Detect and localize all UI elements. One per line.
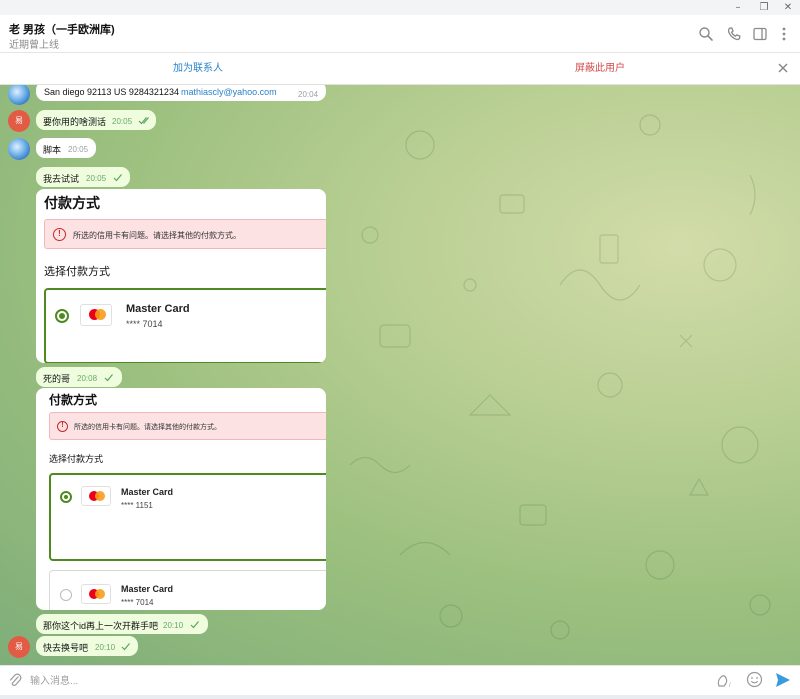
message-text: 要你用的啥测话 <box>43 117 107 127</box>
card-name: Master Card <box>126 303 190 315</box>
check-icon <box>113 174 122 182</box>
add-contact-button[interactable]: 加为联系人 <box>118 53 278 85</box>
payment-card-option[interactable]: Master Card **** 7014 <box>49 570 326 610</box>
sidebar-toggle-icon[interactable] <box>752 26 768 42</box>
error-icon: ! <box>53 228 66 241</box>
mastercard-logo-icon <box>80 304 112 326</box>
card-name: Master Card <box>121 487 174 497</box>
contact-action-bar: 加为联系人 屏蔽此用户 <box>0 53 800 85</box>
message-time: 20:05 <box>86 174 107 183</box>
payment-screenshot-image[interactable]: 付款方式 ! 所选的信用卡有问题。请选择其他的付款方式。 选择付款方式 Mast… <box>36 189 326 363</box>
message-bubble[interactable]: 脚本 20:05 <box>36 138 96 158</box>
message-time: 20:10 <box>163 621 184 630</box>
message-text: 脚本 <box>43 145 62 155</box>
message-time: 20:04 <box>298 90 319 99</box>
message-text: San diego 92113 US 9284321234 <box>44 87 179 97</box>
close-icon[interactable] <box>776 61 790 75</box>
search-icon[interactable] <box>698 26 714 42</box>
message-time: 20:05 <box>112 117 133 126</box>
radio-selected[interactable] <box>55 309 69 323</box>
send-icon[interactable] <box>774 671 792 689</box>
message-text: 我去试试 <box>43 174 80 184</box>
message-time: 20:10 <box>95 643 116 652</box>
mastercard-logo-icon <box>81 584 111 604</box>
alert-text: 所选的信用卡有问题。请选择其他的付款方式。 <box>73 231 241 240</box>
window-titlebar: – ❐ ✕ <box>0 0 800 15</box>
message-text: 快去换号吧 <box>43 643 89 653</box>
my-avatar[interactable]: 易 <box>8 110 30 132</box>
message-bubble[interactable]: 我去试试 20:05 <box>36 167 130 187</box>
bot-command-icon[interactable]: / <box>716 672 738 690</box>
message-bubble[interactable]: San diego 92113 US 9284321234 mathiascly… <box>36 85 326 101</box>
double-check-icon <box>138 117 149 125</box>
check-icon <box>104 374 113 382</box>
bottom-border <box>0 695 800 699</box>
message-bubble[interactable]: 那你这个id再上一次开群手吧 20:10 <box>36 614 208 634</box>
message-composer: / <box>0 665 800 699</box>
window-close-button[interactable]: ✕ <box>780 1 796 14</box>
message-time: 20:08 <box>77 374 98 383</box>
minimize-button[interactable]: – <box>730 1 746 14</box>
select-payment-title: 选择付款方式 <box>44 266 110 278</box>
error-alert: ! 所选的信用卡有问题。请选择其他的付款方式。 <box>44 219 326 249</box>
check-icon <box>190 621 199 629</box>
radio-selected[interactable] <box>60 491 72 503</box>
message-bubble[interactable]: 要你用的啥测话 20:05 <box>36 110 156 130</box>
check-icon <box>121 643 130 651</box>
message-bubble[interactable]: 死的哥 20:08 <box>36 367 122 387</box>
chat-header: 老 男孩（一手欧洲库) 近期曾上线 <box>0 15 800 53</box>
message-input[interactable] <box>30 670 690 692</box>
error-alert: ! 所选的信用卡有问题。请选择其他的付款方式。 <box>49 412 326 440</box>
message-text: 那你这个id再上一次开群手吧 <box>43 621 159 631</box>
chat-messages-area[interactable]: San diego 92113 US 9284321234 mathiascly… <box>0 85 800 665</box>
restore-button[interactable]: ❐ <box>756 1 772 14</box>
block-user-button[interactable]: 屏蔽此用户 <box>520 53 680 85</box>
message-bubble[interactable]: 快去换号吧 20:10 <box>36 636 138 656</box>
mastercard-logo-icon <box>81 486 111 506</box>
payment-title: 付款方式 <box>44 195 100 211</box>
emoji-icon[interactable] <box>746 671 763 688</box>
card-number: **** 7014 <box>121 598 154 607</box>
select-payment-title: 选择付款方式 <box>49 454 104 464</box>
card-number: **** 7014 <box>126 319 163 329</box>
more-vertical-icon[interactable] <box>776 26 792 42</box>
card-name: Master Card <box>121 584 174 594</box>
radio-unselected[interactable] <box>60 589 72 601</box>
payment-screenshot-image[interactable]: 付款方式 ! 所选的信用卡有问题。请选择其他的付款方式。 选择付款方式 Mast… <box>36 388 326 610</box>
message-time: 20:05 <box>68 145 89 154</box>
error-icon: ! <box>57 421 68 432</box>
card-number: **** 1151 <box>121 501 153 510</box>
payment-title: 付款方式 <box>49 393 98 407</box>
payment-card-option[interactable]: Master Card **** 1151 <box>49 473 326 561</box>
alert-text: 所选的信用卡有问题。请选择其他的付款方式。 <box>74 424 221 431</box>
phone-icon[interactable] <box>726 26 742 42</box>
payment-card-option[interactable]: Master Card **** 7014 <box>44 288 326 363</box>
attach-icon[interactable] <box>8 672 22 688</box>
svg-text:/: / <box>729 683 731 689</box>
my-avatar[interactable]: 易 <box>8 636 30 658</box>
message-text: 死的哥 <box>43 374 71 384</box>
contact-avatar[interactable] <box>8 138 30 160</box>
chat-title[interactable]: 老 男孩（一手欧洲库) <box>9 21 115 37</box>
email-link[interactable]: mathiascly@yahoo.com <box>181 87 277 97</box>
chat-status: 近期曾上线 <box>9 40 59 51</box>
